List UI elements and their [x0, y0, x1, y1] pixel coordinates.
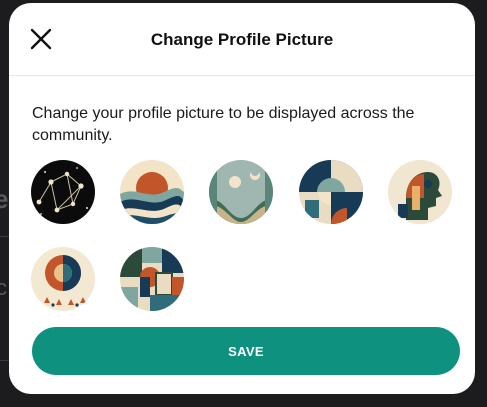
background-text-fragment: c — [0, 275, 7, 300]
modal-description: Change your profile picture to be displa… — [32, 105, 415, 144]
change-profile-picture-modal: Change Profile Picture Change your profi… — [9, 3, 475, 394]
save-button[interactable]: SAVE — [32, 327, 460, 375]
avatar-option-profile-silhouette[interactable] — [388, 160, 452, 224]
avatar-option-sunset-waves[interactable] — [120, 160, 184, 224]
avatar-option-sun-drops[interactable] — [31, 247, 95, 311]
modal-title: Change Profile Picture — [150, 30, 334, 49]
avatar-option-moon-landscape[interactable] — [209, 160, 273, 224]
background-text-fragment: e — [0, 184, 9, 214]
avatar-option-constellation[interactable] — [31, 160, 95, 224]
avatar-option-geometric-abstract[interactable] — [299, 160, 363, 224]
avatar-option-geometric-blocks[interactable] — [120, 247, 184, 311]
modal-header: Change Profile Picture — [9, 3, 475, 76]
